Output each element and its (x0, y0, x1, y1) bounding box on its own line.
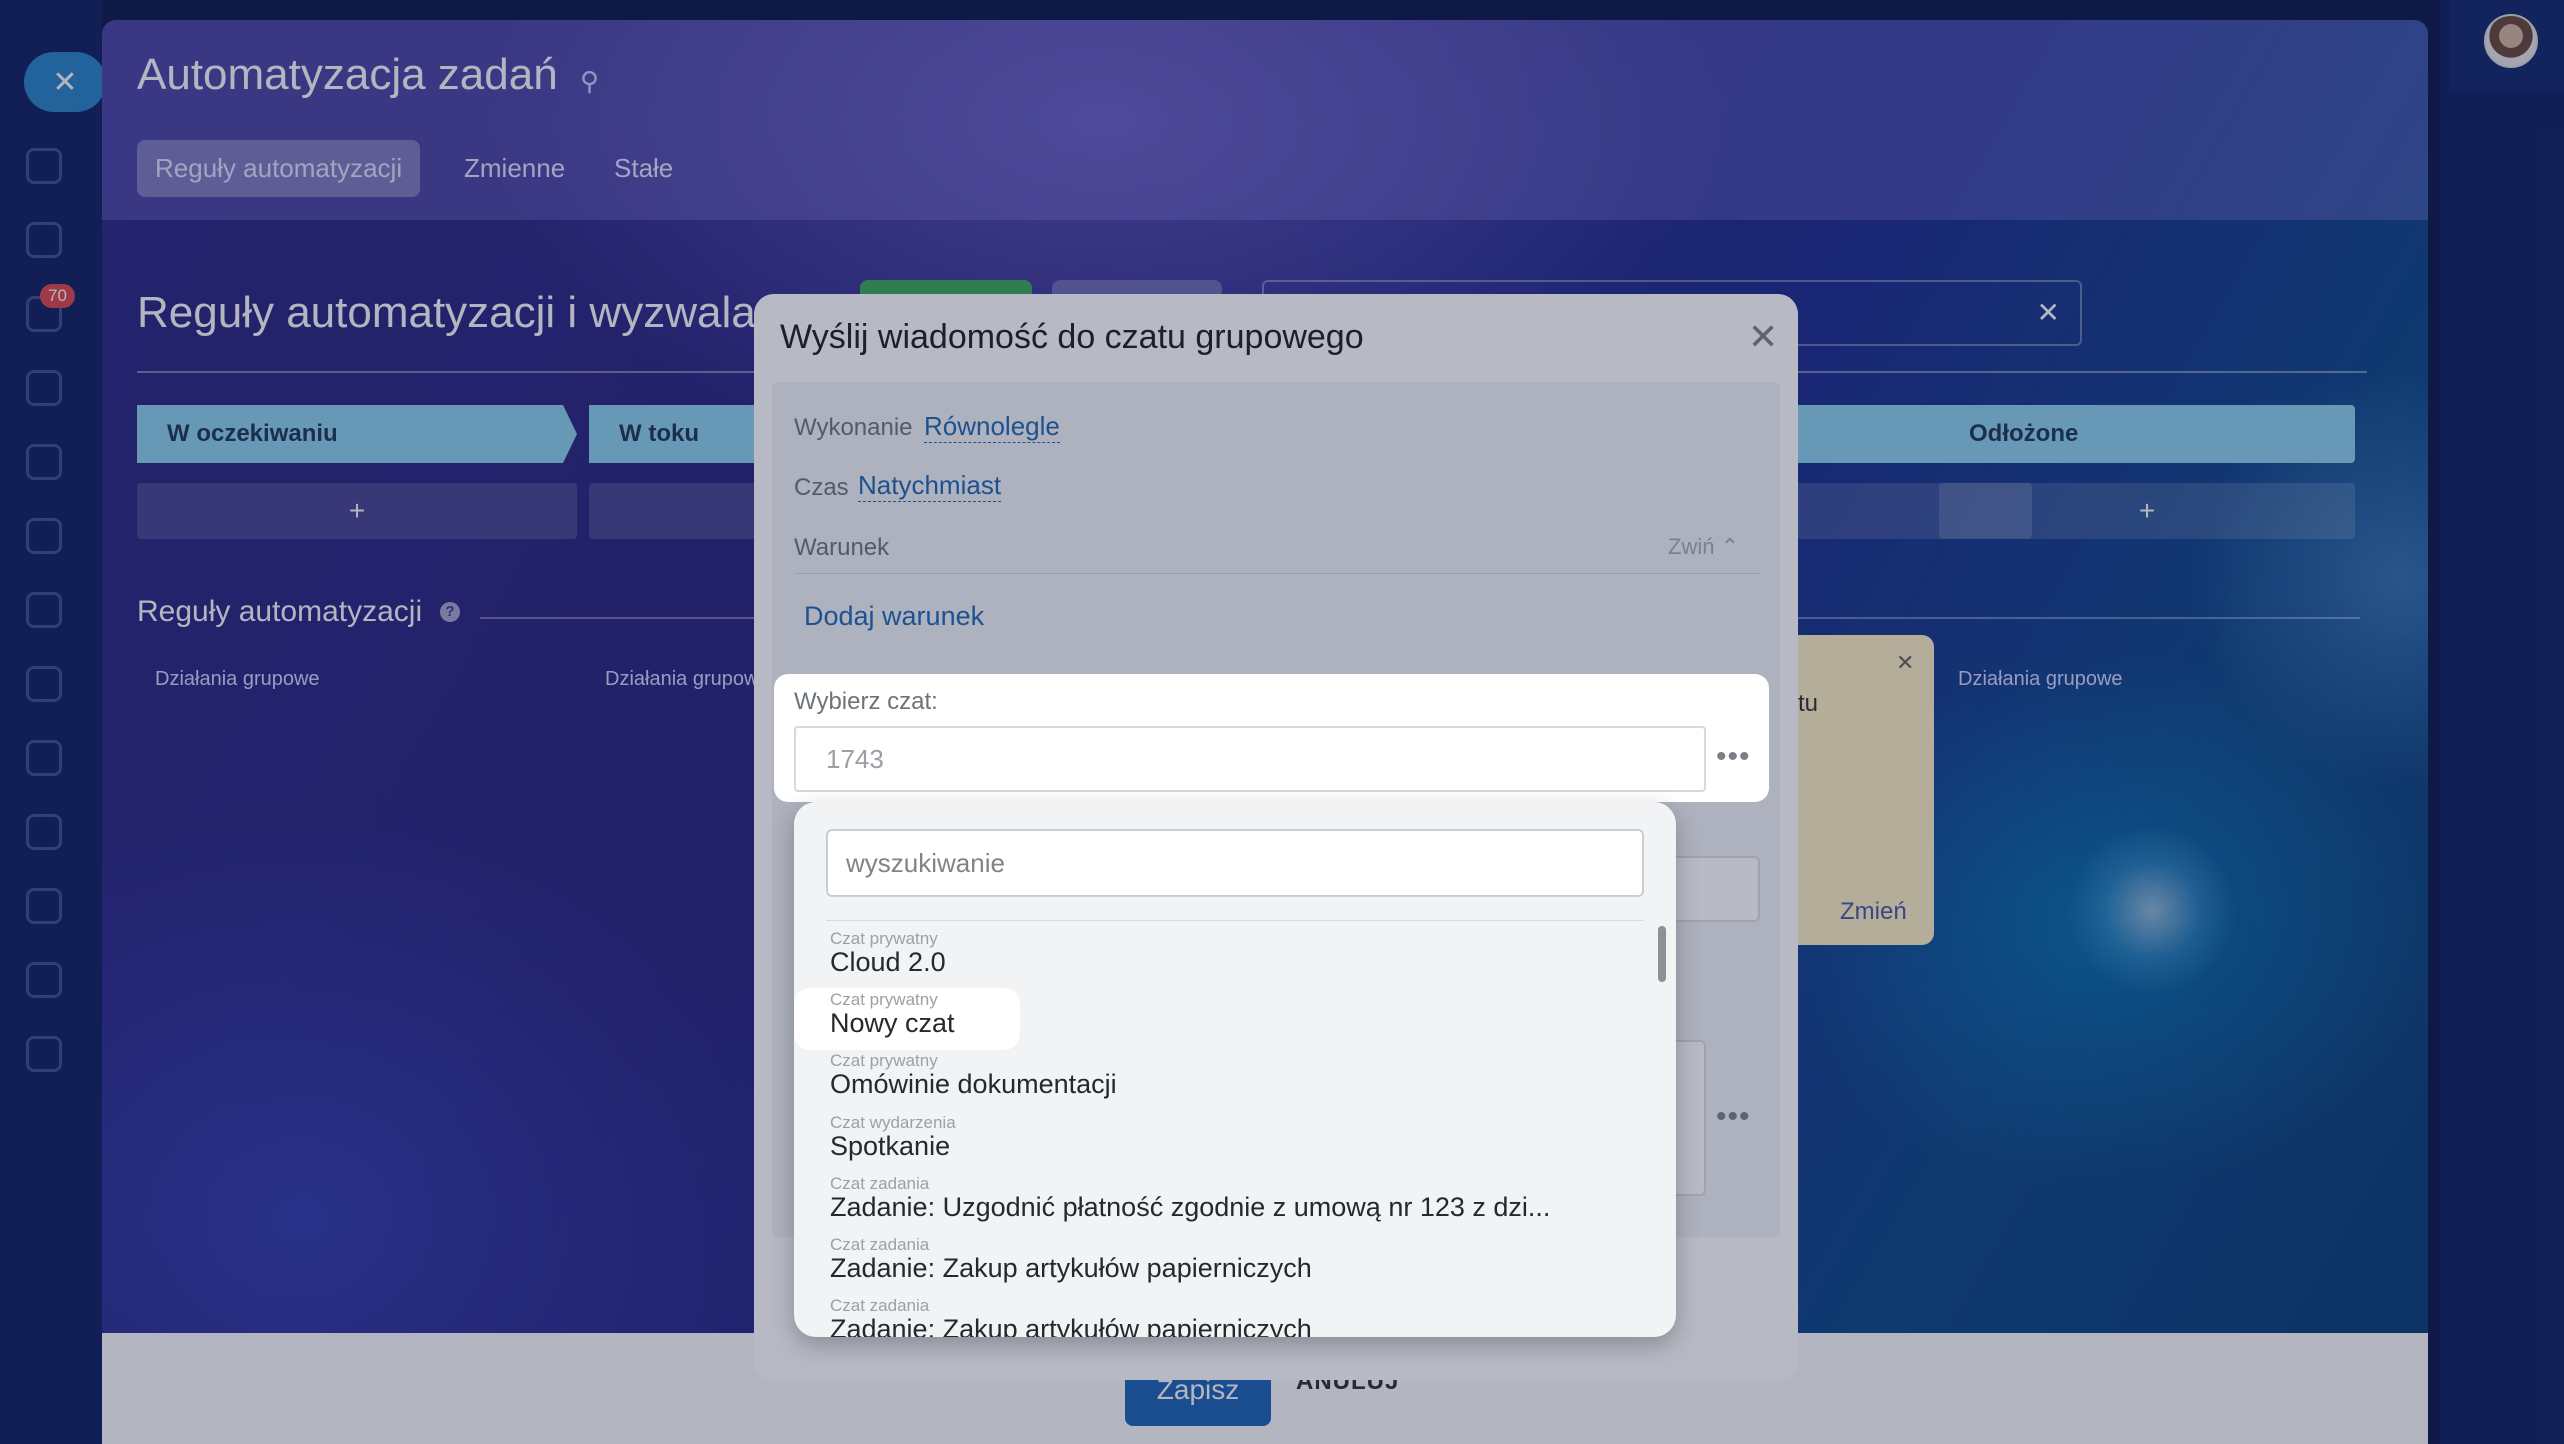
list-item[interactable]: Czat prywatny Omówinie dokumentacji (794, 1047, 1656, 1108)
chat-name: Spotkanie (830, 1131, 951, 1161)
list-item[interactable]: Czat wydarzenia Spotkanie (794, 1109, 1656, 1170)
chat-list: Czat prywatny Cloud 2.0 Czat prywatny No… (794, 925, 1656, 1337)
list-item[interactable]: Czat prywatny Cloud 2.0 (794, 925, 1656, 986)
list-item[interactable]: Czat zadania Zadanie: Uzgodnić płatność … (794, 1170, 1656, 1231)
chat-name: Zadanie: Uzgodnić płatność zgodnie z umo… (830, 1192, 1551, 1222)
more-icon[interactable]: ••• (1716, 740, 1751, 774)
dropdown-scrollbar[interactable] (1658, 926, 1666, 982)
chat-type: Czat zadania (830, 1296, 930, 1315)
chat-name: Zadanie: Zakup artykułów papierniczych (830, 1314, 1312, 1337)
chat-type: Czat zadania (830, 1174, 930, 1193)
search-input[interactable]: wyszukiwanie (826, 829, 1644, 897)
chat-type: Czat prywatny (830, 929, 938, 948)
chat-type: Czat zadania (830, 1235, 930, 1254)
chat-name: Omówinie dokumentacji (830, 1069, 1117, 1099)
choose-chat-input[interactable]: 1743 (794, 726, 1706, 792)
list-item[interactable]: Czat prywatny Nowy czat (794, 986, 1656, 1047)
chat-name: Nowy czat (830, 1008, 955, 1038)
chat-type: Czat prywatny (830, 1051, 938, 1070)
list-item[interactable]: Czat zadania Zadanie: Zakup artykułów pa… (794, 1292, 1656, 1337)
divider (826, 920, 1644, 921)
chat-type: Czat wydarzenia (830, 1113, 956, 1132)
list-item[interactable]: Czat zadania Zadanie: Zakup artykułów pa… (794, 1231, 1656, 1292)
choose-chat-label: Wybierz czat: (794, 688, 938, 715)
chat-type: Czat prywatny (830, 990, 938, 1009)
chat-name: Cloud 2.0 (830, 947, 946, 977)
chat-name: Zadanie: Zakup artykułów papierniczych (830, 1253, 1312, 1283)
